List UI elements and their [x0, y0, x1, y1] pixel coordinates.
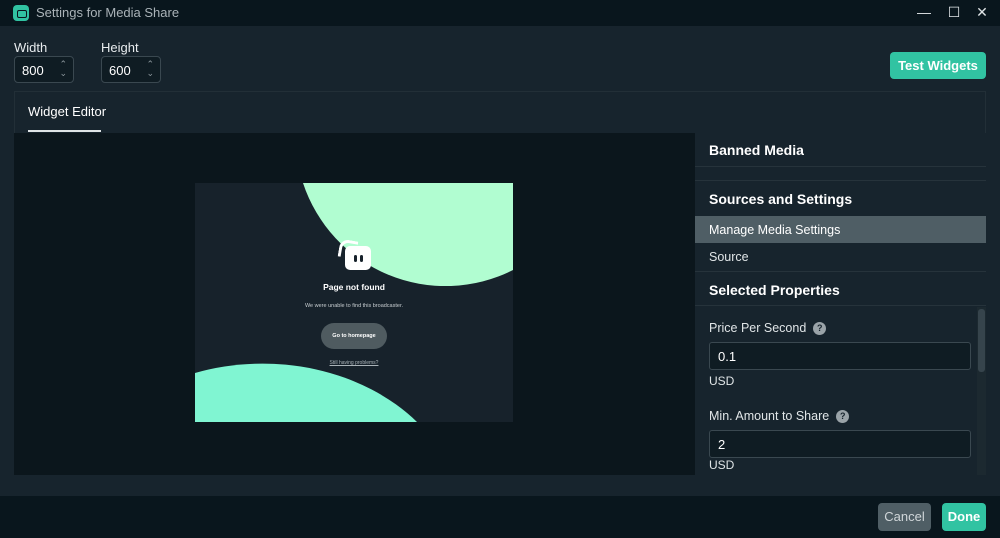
height-input[interactable]: 600 ⌃ ⌄: [101, 56, 161, 83]
height-value: 600: [109, 63, 131, 78]
close-button[interactable]: ✕: [972, 4, 992, 21]
maximize-button[interactable]: ☐: [944, 4, 964, 21]
preview-frame: Page not found We were unable to find th…: [195, 183, 513, 422]
width-value: 800: [22, 63, 44, 78]
stepper-icon[interactable]: ⌃ ⌄: [146, 60, 154, 78]
price-per-second-input[interactable]: 0.1: [709, 342, 971, 370]
help-icon[interactable]: ?: [836, 410, 850, 423]
currency-label: USD: [709, 374, 735, 388]
scrollbar-thumb[interactable]: [978, 309, 985, 372]
footer: [0, 496, 1000, 538]
window-title: Settings for Media Share: [36, 5, 180, 20]
width-label: Width: [14, 40, 48, 55]
stepper-icon[interactable]: ⌃ ⌄: [59, 60, 67, 78]
minimize-button[interactable]: —: [914, 4, 934, 20]
streamlabs-logo-icon: [337, 238, 372, 270]
settings-sidebar: Banned Media Sources and Settings Manage…: [695, 133, 986, 475]
sources-heading: Sources and Settings: [709, 191, 853, 207]
test-widgets-button[interactable]: Test Widgets: [890, 52, 986, 79]
help-link[interactable]: Still having problems?: [195, 360, 513, 366]
min-amount-label: Min. Amount to Share?: [709, 409, 850, 423]
scrollbar-track[interactable]: [977, 307, 986, 475]
app-icon: [13, 5, 29, 21]
currency-label: USD: [709, 458, 735, 472]
cancel-button[interactable]: Cancel: [878, 503, 931, 531]
width-input[interactable]: 800 ⌃ ⌄: [14, 56, 74, 83]
help-icon[interactable]: ?: [813, 322, 827, 335]
active-tab-indicator: [28, 130, 101, 132]
height-label: Height: [101, 40, 139, 55]
tab-widget-editor[interactable]: Widget Editor: [28, 104, 106, 119]
selected-properties-heading: Selected Properties: [709, 282, 840, 298]
go-to-homepage-button[interactable]: Go to homepage: [321, 323, 387, 349]
sidebar-item-source[interactable]: Source: [695, 243, 986, 270]
done-button[interactable]: Done: [942, 503, 986, 531]
sidebar-item-manage-media-settings[interactable]: Manage Media Settings: [695, 216, 986, 243]
error-heading: Page not found: [323, 282, 385, 292]
min-amount-input[interactable]: 2: [709, 430, 971, 458]
error-message: We were unable to find this broadcaster.: [304, 303, 404, 309]
price-per-second-label: Price Per Second?: [709, 321, 827, 335]
decorative-shape: [195, 363, 417, 422]
banned-media-heading[interactable]: Banned Media: [709, 142, 804, 158]
decorative-shape: [303, 183, 513, 287]
